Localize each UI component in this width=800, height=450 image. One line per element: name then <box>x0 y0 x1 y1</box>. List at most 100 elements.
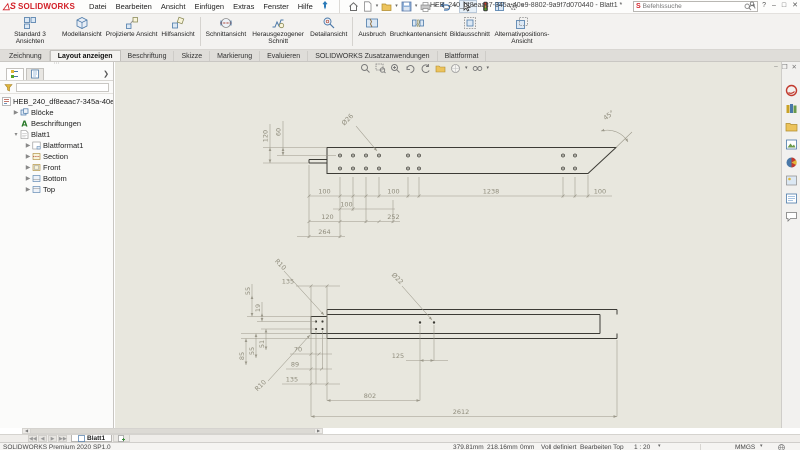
ribbon-bruchkantenansicht[interactable]: Bruchkantenansicht <box>388 14 448 49</box>
zoom-fit-icon[interactable] <box>360 63 371 74</box>
dim-100-a[interactable]: 100 <box>318 188 330 196</box>
hide-show-caret-icon[interactable]: ▾ <box>487 66 490 71</box>
appearances-icon[interactable] <box>785 156 798 169</box>
rotate-view-icon[interactable] <box>420 63 431 74</box>
design-library-icon[interactable] <box>785 102 798 115</box>
dim-100-b[interactable]: 100 <box>387 188 399 196</box>
doc-minimize-icon[interactable]: – <box>774 63 778 71</box>
tab-blattformat[interactable]: Blattformat <box>438 51 487 61</box>
units-caret-icon[interactable]: ▾ <box>760 444 763 449</box>
dim-1238[interactable]: 1238 <box>483 188 500 196</box>
drawing-view-bottom[interactable]: 135 55 19 R10 Ø22 85 55 51 <box>238 257 617 416</box>
sheet-properties-icon[interactable] <box>435 63 446 74</box>
expand-arrow-icon[interactable]: ▶ <box>24 186 32 193</box>
new-document-caret-icon[interactable]: ▾ <box>376 4 379 9</box>
tree-item-blattformat1[interactable]: ▶ Blattformat1 <box>0 140 113 151</box>
dim-264[interactable]: 264 <box>318 228 330 236</box>
ribbon-modellansicht[interactable]: Modellansicht <box>60 14 104 49</box>
scrollbar-thumb[interactable] <box>31 429 314 433</box>
drawing-canvas[interactable]: ▾ ▾ .e { stroke:#3c3b35; stroke-width:1;… <box>115 62 781 428</box>
dim-85[interactable]: 85 <box>238 352 246 360</box>
zoom-in-out-icon[interactable] <box>390 63 401 74</box>
dim-70[interactable]: 70 <box>294 346 302 354</box>
zoom-area-icon[interactable] <box>375 63 386 74</box>
open-caret-icon[interactable]: ▾ <box>395 4 398 9</box>
minimize-icon[interactable]: – <box>772 2 776 9</box>
help-button[interactable]: ? <box>762 2 766 9</box>
globe-icon[interactable] <box>778 444 785 450</box>
save-caret-icon[interactable]: ▾ <box>415 4 418 9</box>
dim-dia26[interactable]: Ø26 <box>340 112 355 127</box>
ribbon-detailansicht[interactable]: Detailansicht <box>308 14 349 49</box>
open-icon[interactable] <box>381 1 392 12</box>
filter-input[interactable] <box>16 83 109 92</box>
dim-45deg[interactable]: 45° <box>602 109 616 122</box>
panel-expand-chevron-icon[interactable]: ❯ <box>103 70 109 78</box>
ribbon-alternativpositions-ansicht[interactable]: Alternativpositions-Ansicht <box>492 14 552 49</box>
expand-arrow-icon[interactable]: ▶ <box>24 175 32 182</box>
feature-tree-tab[interactable] <box>6 68 24 80</box>
drawing-sheet[interactable]: .e { stroke:#3c3b35; stroke-width:1; fil… <box>115 62 781 428</box>
tree-item-front[interactable]: ▶ Front <box>0 162 113 173</box>
tab-markierung[interactable]: Markierung <box>210 51 260 61</box>
doc-close-icon[interactable]: ✕ <box>792 63 797 71</box>
sheet-scale-selector[interactable]: 1 : 20 <box>634 444 650 450</box>
tab-evaluieren[interactable]: Evaluieren <box>260 51 308 61</box>
tree-item-blatt1[interactable]: ▾ Blatt1 <box>0 129 113 140</box>
collapse-arrow-icon[interactable]: ▾ <box>12 131 20 138</box>
dim-100-c[interactable]: 100 <box>594 188 606 196</box>
property-manager-tab[interactable] <box>26 68 44 80</box>
drawing-view-top[interactable]: 120 60 Ø26 45° 100 100 1238 100 <box>262 109 633 238</box>
ribbon-herausgezogener-schnitt[interactable]: Herausgezogener Schnitt <box>248 14 308 49</box>
ribbon-hilfsansicht[interactable]: Hilfsansicht <box>159 14 196 49</box>
expand-arrow-icon[interactable]: ▶ <box>24 142 32 149</box>
dim-2612[interactable]: 2612 <box>453 408 470 416</box>
dim-802[interactable]: 802 <box>364 392 376 400</box>
maximize-icon[interactable]: □ <box>782 2 786 9</box>
tab-beschriftung[interactable]: Beschriftung <box>121 51 175 61</box>
expand-arrow-icon[interactable]: ▶ <box>12 109 20 116</box>
tab-zeichnung[interactable]: Zeichnung <box>2 51 50 61</box>
menu-ansicht[interactable]: Ansicht <box>161 2 186 11</box>
scroll-left-arrow-icon[interactable]: ◀ <box>23 429 31 433</box>
ribbon-ausbruch[interactable]: Ausbruch <box>356 14 387 49</box>
dim-r10-top[interactable]: R10 <box>273 257 288 272</box>
tab-solidworks-zusatzanwendungen[interactable]: SOLIDWORKS Zusatzanwendungen <box>308 51 437 61</box>
dim-120[interactable]: 120 <box>262 130 270 142</box>
first-sheet-icon[interactable]: ◀◀ <box>28 435 37 442</box>
new-document-icon[interactable] <box>362 1 373 12</box>
previous-view-icon[interactable] <box>405 63 416 74</box>
file-explorer-icon[interactable] <box>785 120 798 133</box>
hide-show-items-icon[interactable] <box>472 63 483 74</box>
display-style-caret-icon[interactable]: ▾ <box>465 66 468 71</box>
expand-arrow-icon[interactable]: ▶ <box>24 164 32 171</box>
last-sheet-icon[interactable]: ▶▶ <box>58 435 67 442</box>
doc-restore-icon[interactable]: ❐ <box>782 63 788 71</box>
menu-hilfe[interactable]: Hilfe <box>298 2 313 11</box>
dim-89[interactable]: 89 <box>291 361 299 369</box>
menu-extras[interactable]: Extras <box>233 2 254 11</box>
tree-item-top[interactable]: ▶ Top <box>0 184 113 195</box>
unit-system-selector[interactable]: MMGS <box>735 444 755 450</box>
menu-fenster[interactable]: Fenster <box>263 2 288 11</box>
sheet-tab-blatt1[interactable]: Blatt1 <box>71 435 112 442</box>
dim-135-top[interactable]: 135 <box>282 278 294 286</box>
command-search[interactable]: S ▾ <box>633 1 758 12</box>
search-input[interactable] <box>643 3 745 10</box>
dim-252[interactable]: 252 <box>387 213 399 221</box>
prev-sheet-icon[interactable]: ◀ <box>38 435 47 442</box>
tab-layout-anzeigen[interactable]: Layout anzeigen <box>50 50 121 61</box>
ribbon-standard-3-ansichten[interactable]: Standard 3 Ansichten <box>0 14 60 49</box>
tree-item-bloecke[interactable]: ▶ Blöcke <box>0 107 113 118</box>
add-sheet-tab[interactable] <box>113 435 130 442</box>
custom-properties-icon[interactable] <box>785 192 798 205</box>
scale-caret-icon[interactable]: ▾ <box>658 444 661 449</box>
menu-einfuegen[interactable]: Einfügen <box>194 2 224 11</box>
dim-55-top[interactable]: 55 <box>244 287 252 295</box>
dim-60[interactable]: 60 <box>275 128 283 136</box>
tab-skizze[interactable]: Skizze <box>174 51 210 61</box>
dim-100-d[interactable]: 100 <box>340 201 352 209</box>
dim-dia22[interactable]: Ø22 <box>390 271 405 286</box>
scenes-icon[interactable] <box>785 174 798 187</box>
tree-item-bottom[interactable]: ▶ Bottom <box>0 173 113 184</box>
